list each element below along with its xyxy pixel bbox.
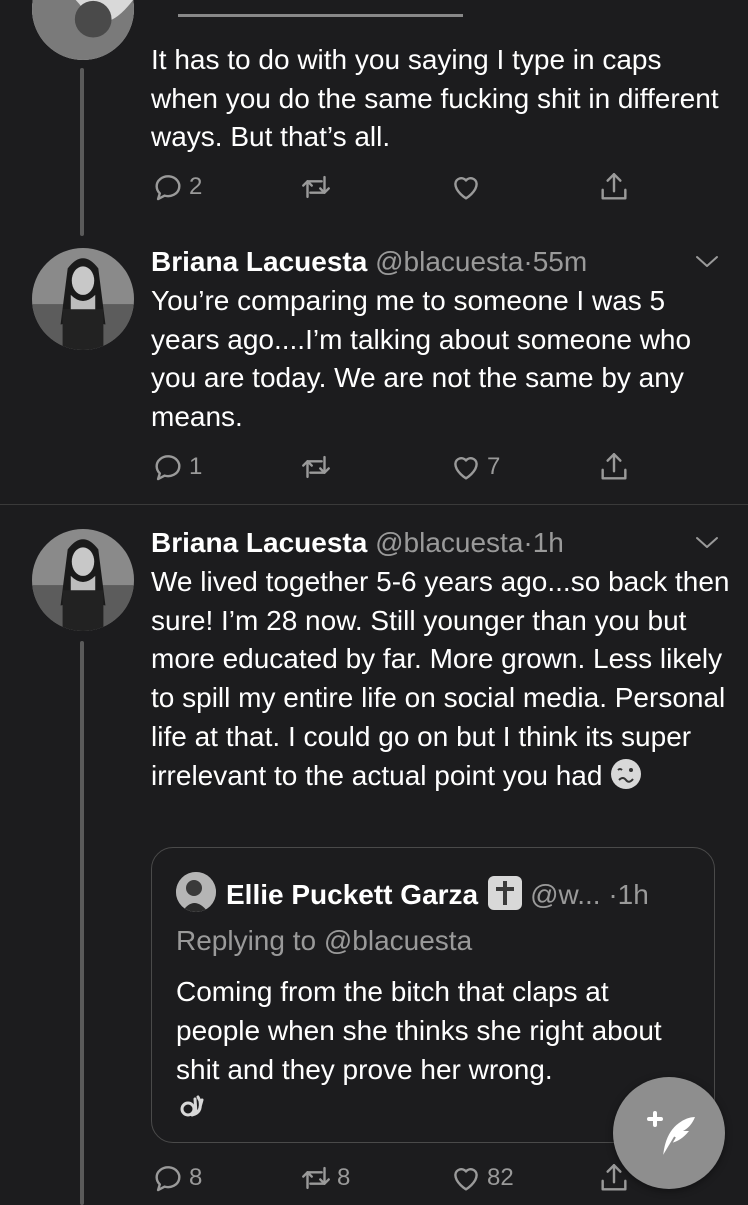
avatar[interactable]: [32, 529, 134, 631]
tweet-actions: 1 7: [151, 449, 651, 485]
separator-dot: ·: [523, 246, 533, 277]
quote-text-content: Coming from the bitch that claps at peop…: [176, 976, 662, 1085]
like-button[interactable]: 82: [449, 1160, 514, 1196]
retweet-icon: [302, 455, 330, 479]
share-button[interactable]: [597, 449, 631, 485]
tweet-actions: 2: [151, 169, 651, 205]
quote-timestamp: 1h: [617, 879, 649, 910]
avatar[interactable]: [32, 0, 134, 60]
woozy-face-emoji: [611, 758, 642, 789]
tweet-text-content: We lived together 5-6 years ago...so bac…: [151, 566, 730, 791]
reply-button[interactable]: 1: [151, 449, 202, 485]
thread-line: [80, 68, 84, 236]
retweet-button[interactable]: [299, 449, 333, 485]
like-button[interactable]: [449, 169, 483, 205]
chevron-down-icon[interactable]: [694, 252, 720, 272]
like-count: 7: [487, 453, 501, 480]
tweet-1[interactable]: It has to do with you saying I type in c…: [0, 0, 748, 240]
tweet-text: It has to do with you saying I type in c…: [151, 44, 719, 153]
heart-icon: [454, 1168, 478, 1191]
user-handle[interactable]: @blacuesta: [375, 246, 523, 277]
reply-count: 1: [189, 453, 203, 480]
reply-button[interactable]: 2: [151, 169, 202, 205]
retweet-icon: [302, 1166, 330, 1190]
retweet-button[interactable]: 8: [299, 1160, 350, 1196]
like-button[interactable]: 7: [449, 449, 500, 485]
share-icon: [601, 173, 627, 200]
compose-tweet-button[interactable]: [613, 1077, 725, 1189]
separator-dot: ·: [608, 879, 618, 910]
reply-button[interactable]: 8: [151, 1160, 202, 1196]
reply-icon: [155, 175, 181, 201]
retweet-icon: [302, 175, 330, 199]
ok-hand-emoji: [180, 1095, 204, 1117]
timestamp[interactable]: 1h: [533, 527, 564, 558]
reply-icon: [155, 455, 181, 481]
reply-icon: [155, 1166, 181, 1192]
tweet-actions: 8 8 82: [151, 1160, 651, 1196]
heart-icon: [454, 177, 478, 200]
reply-count: 8: [189, 1164, 203, 1191]
replying-to[interactable]: Replying to @blacuesta: [176, 924, 472, 958]
retweet-count: 8: [337, 1164, 351, 1191]
thread-line: [80, 641, 84, 1205]
tweet-text: You’re comparing me to someone I was 5 y…: [151, 285, 692, 433]
latin-cross-emoji: [488, 876, 523, 910]
display-name[interactable]: Briana Lacuesta: [151, 527, 367, 558]
quote-avatar[interactable]: [176, 872, 216, 912]
quote-display-name[interactable]: Ellie Puckett Garza: [226, 879, 478, 910]
retweet-button[interactable]: [299, 169, 333, 205]
display-name[interactable]: Briana Lacuesta: [151, 246, 367, 277]
share-button[interactable]: [597, 169, 631, 205]
quote-header: Ellie Puckett Garza @w... ·1h: [226, 876, 649, 912]
compose-tweet-icon: [647, 1111, 695, 1158]
tweet-header: Briana Lacuesta @blacuesta·1h: [151, 526, 564, 560]
quote-user-handle[interactable]: @w...: [530, 879, 600, 910]
user-handle[interactable]: @blacuesta: [375, 527, 523, 558]
tweet-2[interactable]: Briana Lacuesta @blacuesta·55m You’re co…: [0, 240, 748, 504]
chevron-down-icon[interactable]: [694, 533, 720, 553]
like-count: 82: [487, 1164, 514, 1191]
reply-count: 2: [189, 173, 203, 200]
tweet-header: Briana Lacuesta @blacuesta·55m: [151, 245, 587, 279]
tweet-text: We lived together 5-6 years ago...so bac…: [151, 563, 731, 795]
share-icon: [601, 453, 627, 480]
heart-icon: [454, 457, 478, 480]
avatar[interactable]: [32, 248, 134, 350]
separator-dot: ·: [523, 527, 533, 558]
timestamp[interactable]: 55m: [533, 246, 587, 277]
